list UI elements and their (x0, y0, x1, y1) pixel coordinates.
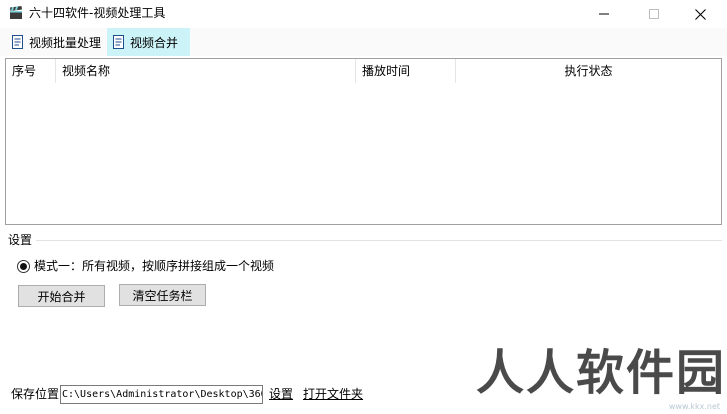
maximize-button[interactable] (631, 0, 677, 28)
title-bar: 六十四软件-视频处理工具 (0, 0, 727, 28)
mode-one-label: 模式一：所有视频，按顺序拼接组成一个视频 (34, 259, 275, 273)
watermark-logo: 人人软件园 (476, 345, 727, 401)
task-list-table[interactable]: 序号 视频名称 播放时间 执行状态 (5, 58, 722, 225)
settings-divider (36, 240, 722, 241)
start-merge-button[interactable]: 开始合并 (18, 285, 105, 307)
radio-selected-icon[interactable] (17, 259, 30, 273)
clear-tasks-button[interactable]: 清空任务栏 (119, 284, 206, 306)
clapperboard-icon (10, 6, 22, 19)
watermark: 人人软件园 www.kkx.net (448, 343, 724, 413)
mode-one-radio[interactable]: 模式一：所有视频，按顺序拼接组成一个视频 (17, 258, 274, 274)
tab-batch-process-label: 视频批量处理 (28, 35, 101, 50)
settings-group-label: 设置 (8, 233, 33, 247)
column-header-status[interactable]: 执行状态 (456, 59, 721, 83)
document-icon (113, 35, 124, 49)
column-header-duration[interactable]: 播放时间 (356, 59, 456, 83)
watermark-url: www.kkx.net (668, 402, 720, 411)
tab-bar: 视频批量处理 视频合并 (0, 28, 727, 56)
table-header: 序号 视频名称 播放时间 执行状态 (6, 59, 721, 83)
close-icon (694, 8, 706, 20)
tab-batch-process[interactable]: 视频批量处理 (6, 28, 107, 56)
maximize-icon (649, 9, 659, 19)
window-title: 六十四软件-视频处理工具 (29, 6, 166, 20)
tab-video-merge[interactable]: 视频合并 (107, 28, 190, 56)
set-path-link[interactable]: 设置 (269, 387, 293, 401)
save-location-label: 保存位置 (11, 387, 60, 401)
tab-video-merge-label: 视频合并 (130, 35, 179, 50)
minimize-button[interactable] (581, 0, 627, 28)
document-icon (12, 35, 23, 49)
column-header-index[interactable]: 序号 (6, 59, 56, 83)
open-folder-link[interactable]: 打开文件夹 (303, 387, 363, 401)
close-button[interactable] (677, 0, 723, 28)
save-path-field[interactable]: C:\Users\Administrator\Desktop\360 (60, 385, 263, 404)
minimize-icon (599, 13, 609, 15)
column-header-video-name[interactable]: 视频名称 (56, 59, 356, 83)
